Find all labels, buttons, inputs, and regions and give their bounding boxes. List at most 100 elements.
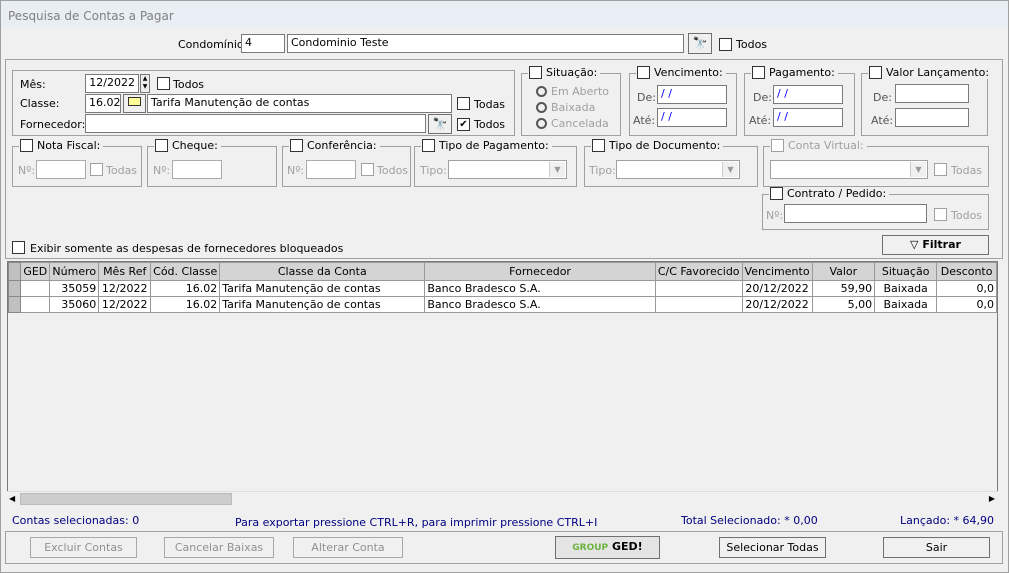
pagamento-de-label: De: — [753, 91, 772, 104]
valor-de-label: De: — [873, 91, 892, 104]
nota-fiscal-input[interactable] — [36, 160, 86, 179]
vencimento-de-label: De: — [637, 91, 656, 104]
column-header[interactable]: Fornecedor — [424, 262, 656, 281]
cheque-input[interactable] — [172, 160, 222, 179]
total-selecionado: Total Selecionado: * 0,00 — [681, 514, 818, 527]
column-header[interactable]: Classe da Conta — [219, 262, 426, 281]
horizontal-scrollbar[interactable]: ◀ ▶ — [7, 491, 998, 506]
contrato-todos-label: Todos — [951, 209, 983, 222]
selecionar-todas-button[interactable]: Selecionar Todas — [719, 537, 826, 558]
conferencia-checkbox[interactable] — [290, 139, 303, 152]
table-cell: 35059 — [49, 280, 100, 297]
row-indicator-header — [8, 262, 22, 281]
conta-virtual-select[interactable]: ▼ — [770, 160, 928, 179]
mes-spinner[interactable]: ▲ ▼ — [140, 74, 150, 93]
column-header[interactable]: Cód. Classe — [150, 262, 221, 281]
radio-baixada[interactable]: Baixada — [536, 101, 595, 114]
nota-fiscal-checkbox[interactable] — [20, 139, 33, 152]
chevron-down-icon: ▼ — [910, 162, 926, 177]
scroll-right-icon[interactable]: ▶ — [989, 494, 995, 503]
conta-virtual-checkbox[interactable] — [771, 139, 784, 152]
column-header[interactable]: C/C Favorecido — [654, 262, 743, 281]
radio-cancelada[interactable]: Cancelada — [536, 117, 609, 130]
table-cell: 12/2022 — [98, 280, 152, 297]
table-row[interactable]: 35060 12/2022 16.02 Tarifa Manutenção de co… — [8, 296, 997, 313]
cheque-label: Cheque: — [172, 139, 218, 152]
table-cell: 20/12/2022 — [741, 296, 813, 313]
column-header[interactable]: Desconto — [936, 262, 997, 281]
search-fornecedor-button[interactable]: 🔭 — [428, 114, 452, 134]
pagamento-label: Pagamento: — [769, 66, 835, 79]
search-condominio-button[interactable]: 🔭 — [688, 33, 712, 54]
contrato-input[interactable] — [784, 204, 927, 223]
tipo-documento-select[interactable]: ▼ — [616, 160, 740, 179]
valor-ate-input[interactable] — [895, 108, 969, 127]
row-indicator[interactable] — [8, 280, 22, 297]
scrollbar-thumb[interactable] — [20, 493, 232, 505]
excluir-contas-button[interactable]: Excluir Contas — [30, 537, 137, 558]
cheque-checkbox[interactable] — [155, 139, 168, 152]
column-header[interactable]: Valor — [811, 262, 876, 281]
pagamento-de-input[interactable]: / / — [773, 85, 843, 104]
table-cell: 0,0 — [936, 296, 997, 313]
column-header[interactable]: Situação — [874, 262, 938, 281]
fornecedor-todos-checkbox[interactable]: ✔ — [457, 118, 470, 131]
sair-button[interactable]: Sair — [883, 537, 990, 558]
classe-name-input[interactable]: Tarifa Manutenção de contas — [147, 94, 452, 113]
conferencia-todos-checkbox[interactable] — [361, 163, 374, 176]
classe-todas-checkbox[interactable] — [457, 97, 470, 110]
nota-fiscal-todas-checkbox[interactable] — [90, 163, 103, 176]
column-header[interactable]: Vencimento — [741, 262, 813, 281]
contrato-todos-checkbox[interactable] — [934, 208, 947, 221]
table-cell — [654, 280, 743, 297]
alterar-conta-button[interactable]: Alterar Conta — [293, 537, 403, 558]
contrato-checkbox[interactable] — [770, 187, 783, 200]
column-header[interactable]: Mês Ref — [98, 262, 152, 281]
situacao-label: Situação: — [546, 66, 598, 79]
scroll-left-icon[interactable]: ◀ — [9, 494, 15, 503]
conta-virtual-todas-checkbox[interactable] — [934, 163, 947, 176]
shortcut-hint: Para exportar pressione CTRL+R, para imp… — [235, 516, 598, 529]
mes-input[interactable]: 12/2022 — [85, 74, 139, 93]
vencimento-ate-input[interactable]: / / — [657, 108, 727, 127]
conferencia-label: Conferência: — [307, 139, 377, 152]
group-ged-button[interactable]: GROUP GED! — [555, 536, 660, 559]
column-header[interactable]: GED — [20, 262, 51, 281]
classe-browse-button[interactable] — [123, 94, 146, 113]
results-grid[interactable]: GED Número Mês Ref Cód. Classe Classe da Con… — [7, 261, 998, 506]
pagamento-checkbox[interactable] — [752, 66, 765, 79]
table-cell: Baixada — [874, 296, 938, 313]
classe-code-input[interactable]: 16.02 — [85, 94, 121, 113]
table-cell: Banco Bradesco S.A. — [424, 296, 656, 313]
filtrar-button[interactable]: ▽ Filtrar — [882, 235, 989, 255]
table-cell: Tarifa Manutenção de contas — [219, 280, 426, 297]
chevron-down-icon: ▼ — [549, 162, 565, 177]
vencimento-checkbox[interactable] — [637, 66, 650, 79]
tipo-pagamento-checkbox[interactable] — [422, 139, 435, 152]
column-header[interactable]: Número — [49, 262, 100, 281]
condominio-code-input[interactable]: 4 — [241, 34, 285, 53]
table-row[interactable]: 35059 12/2022 16.02 Tarifa Manutenção de co… — [8, 280, 997, 297]
tipo-pagamento-label: Tipo de Pagamento: — [439, 139, 549, 152]
condominio-name-input[interactable]: Condominio Teste — [287, 34, 684, 53]
cancelar-baixas-button[interactable]: Cancelar Baixas — [164, 537, 274, 558]
bloqueados-checkbox[interactable] — [12, 241, 25, 254]
mes-todos-checkbox[interactable] — [157, 77, 170, 90]
conferencia-input[interactable] — [306, 160, 356, 179]
row-indicator[interactable] — [8, 296, 22, 313]
tipo-pagamento-select[interactable]: ▼ — [448, 160, 567, 179]
table-cell: 35060 — [49, 296, 100, 313]
radio-em-aberto[interactable]: Em Aberto — [536, 85, 609, 98]
vencimento-de-input[interactable]: / / — [657, 85, 727, 104]
contas-selecionadas: Contas selecionadas: 0 — [12, 514, 140, 527]
valor-de-input[interactable] — [895, 84, 969, 103]
tipo-documento-checkbox[interactable] — [592, 139, 605, 152]
table-cell: 0,0 — [936, 280, 997, 297]
fornecedor-input[interactable] — [85, 114, 426, 133]
valor-lancamento-checkbox[interactable] — [869, 66, 882, 79]
table-cell: Banco Bradesco S.A. — [424, 280, 656, 297]
nota-fiscal-todas-label: Todas — [106, 164, 138, 177]
situacao-checkbox[interactable] — [529, 66, 542, 79]
pagamento-ate-input[interactable]: / / — [773, 108, 843, 127]
condominio-todos-checkbox[interactable] — [719, 38, 732, 51]
